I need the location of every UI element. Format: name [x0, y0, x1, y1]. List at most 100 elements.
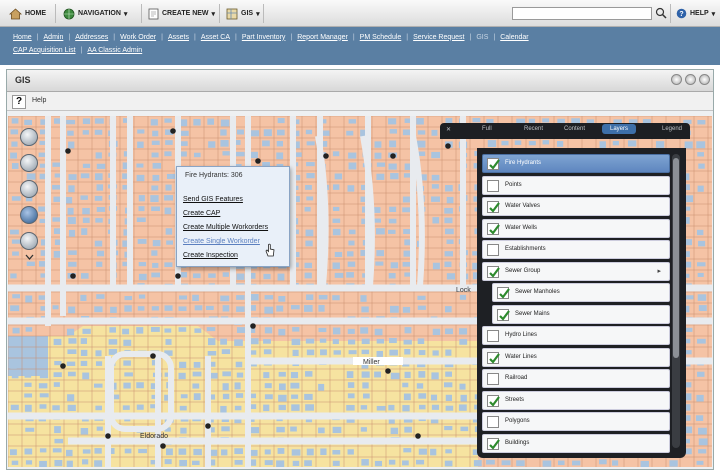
layer-row-water-wells[interactable]: Water Wells: [482, 218, 670, 238]
layer-row-hydro-lines[interactable]: Hydro Lines: [482, 326, 670, 345]
layer-row-railroad[interactable]: Railroad: [482, 369, 670, 388]
nav-link-calendar[interactable]: Calendar: [495, 34, 533, 41]
building: [347, 328, 355, 334]
building: [348, 240, 355, 246]
building: [94, 460, 103, 467]
building: [40, 349, 47, 357]
layer-checkbox[interactable]: [497, 287, 510, 299]
pan-button[interactable]: [20, 180, 38, 198]
layer-row-polygons[interactable]: Polygons: [482, 412, 670, 431]
nav-link-aa-classic-admin[interactable]: AA Classic Admin: [82, 47, 147, 54]
layer-checkbox[interactable]: [487, 222, 500, 235]
maximize-icon[interactable]: [699, 74, 710, 85]
nav-link-cap-acquisition-list[interactable]: CAP Acquisition List: [8, 47, 81, 54]
layer-checkbox[interactable]: [487, 201, 500, 213]
layer-row-sewer-group[interactable]: Sewer Group ▸: [482, 261, 670, 281]
layer-checkbox[interactable]: [487, 394, 500, 407]
create-single-workorder-item[interactable]: Create Single Workorder: [183, 238, 260, 245]
tab-content[interactable]: Content: [564, 126, 585, 132]
close-icon[interactable]: ✕: [446, 126, 451, 133]
nav-link-service-request[interactable]: Service Request: [408, 34, 469, 41]
building: [53, 338, 62, 346]
building: [696, 415, 704, 421]
building: [277, 273, 285, 281]
layer-checkbox[interactable]: [487, 244, 499, 256]
nav-link-assets[interactable]: Assets: [163, 34, 194, 41]
help-link[interactable]: Help: [32, 97, 46, 104]
send-gis-features-item[interactable]: Send GIS Features: [183, 196, 243, 203]
building: [417, 305, 426, 310]
nav-link-gis[interactable]: GIS: [471, 34, 493, 41]
layer-checkbox[interactable]: [487, 330, 499, 342]
layer-checkbox[interactable]: [487, 265, 500, 278]
zoom-out-button[interactable]: [20, 154, 38, 172]
building: [236, 372, 244, 378]
layer-row-buildings[interactable]: Buildings: [482, 433, 670, 453]
layer-row-sewer-mains[interactable]: Sewer Mains: [492, 304, 670, 324]
layer-row-water-valves[interactable]: Water Valves: [482, 197, 670, 216]
building: [376, 250, 385, 257]
navigation-menu[interactable]: NAVIGATION ▾: [60, 5, 130, 22]
expand-arrow-icon[interactable]: ▸: [657, 267, 661, 275]
building: [459, 328, 468, 335]
building: [109, 327, 116, 333]
help-icon[interactable]: ?: [12, 95, 26, 109]
home-button[interactable]: HOME: [6, 5, 49, 22]
nav-link-asset-ca[interactable]: Asset CA: [196, 34, 235, 41]
building: [38, 152, 46, 157]
create-multiple-workorders-item[interactable]: Create Multiple Workorders: [183, 224, 268, 231]
nav-link-report-manager[interactable]: Report Manager: [292, 34, 353, 41]
select-tool-button[interactable]: [20, 206, 38, 224]
print-icon[interactable]: [671, 74, 682, 85]
create-cap-item[interactable]: Create CAP: [183, 210, 220, 217]
building: [96, 294, 105, 299]
search-icon[interactable]: [655, 7, 667, 19]
building: [375, 261, 384, 266]
scroll-thumb[interactable]: [673, 158, 679, 358]
layer-checkbox[interactable]: [487, 351, 500, 364]
tab-full[interactable]: Full: [482, 126, 492, 132]
gis-menu[interactable]: GIS ▾: [223, 5, 263, 22]
nav-link-part-inventory[interactable]: Part Inventory: [237, 34, 291, 41]
building: [292, 327, 300, 332]
nav-link-work-order[interactable]: Work Order: [115, 34, 161, 41]
building: [138, 262, 147, 267]
create-inspection-item[interactable]: Create Inspection: [183, 252, 238, 259]
tab-recent[interactable]: Recent: [524, 126, 543, 132]
building: [80, 273, 89, 279]
tab-legend[interactable]: Legend: [662, 126, 682, 132]
building: [291, 449, 301, 456]
nav-link-pm-schedule[interactable]: PM Schedule: [355, 34, 407, 41]
layers-scrollbar[interactable]: [672, 154, 680, 448]
building: [361, 349, 370, 355]
layer-row-sewer-manholes[interactable]: Sewer Manholes: [492, 283, 670, 302]
nav-link-admin[interactable]: Admin: [39, 34, 69, 41]
building: [402, 207, 412, 213]
layer-checkbox[interactable]: [487, 416, 499, 428]
chevron-down-icon[interactable]: [25, 254, 34, 261]
layer-row-streets[interactable]: Streets: [482, 390, 670, 410]
zoom-in-button[interactable]: [20, 128, 38, 146]
create-new-menu[interactable]: CREATE NEW ▾: [145, 5, 218, 22]
layer-row-water-lines[interactable]: Water Lines: [482, 347, 670, 367]
layer-checkbox[interactable]: [487, 373, 499, 385]
layer-row-fire-hydrants[interactable]: Fire Hydrants: [482, 154, 670, 173]
building: [388, 404, 395, 411]
layer-checkbox[interactable]: [487, 179, 499, 192]
layer-row-points[interactable]: Points: [482, 175, 670, 195]
nav-link-addresses[interactable]: Addresses: [70, 34, 113, 41]
hydrant-marker: [150, 353, 156, 359]
building: [24, 339, 33, 344]
help-menu[interactable]: ? HELP ▾: [673, 5, 718, 22]
layer-checkbox[interactable]: [487, 158, 500, 170]
layer-row-establishments[interactable]: Establishments: [482, 240, 670, 259]
minimize-icon[interactable]: [685, 74, 696, 85]
full-extent-button[interactable]: [20, 232, 38, 250]
search-input[interactable]: [512, 7, 652, 20]
layer-checkbox[interactable]: [487, 437, 500, 450]
tab-layers[interactable]: Layers: [602, 124, 637, 134]
building: [332, 295, 340, 301]
nav-link-home[interactable]: Home: [8, 34, 37, 41]
building: [444, 228, 454, 235]
layer-checkbox[interactable]: [497, 308, 510, 321]
